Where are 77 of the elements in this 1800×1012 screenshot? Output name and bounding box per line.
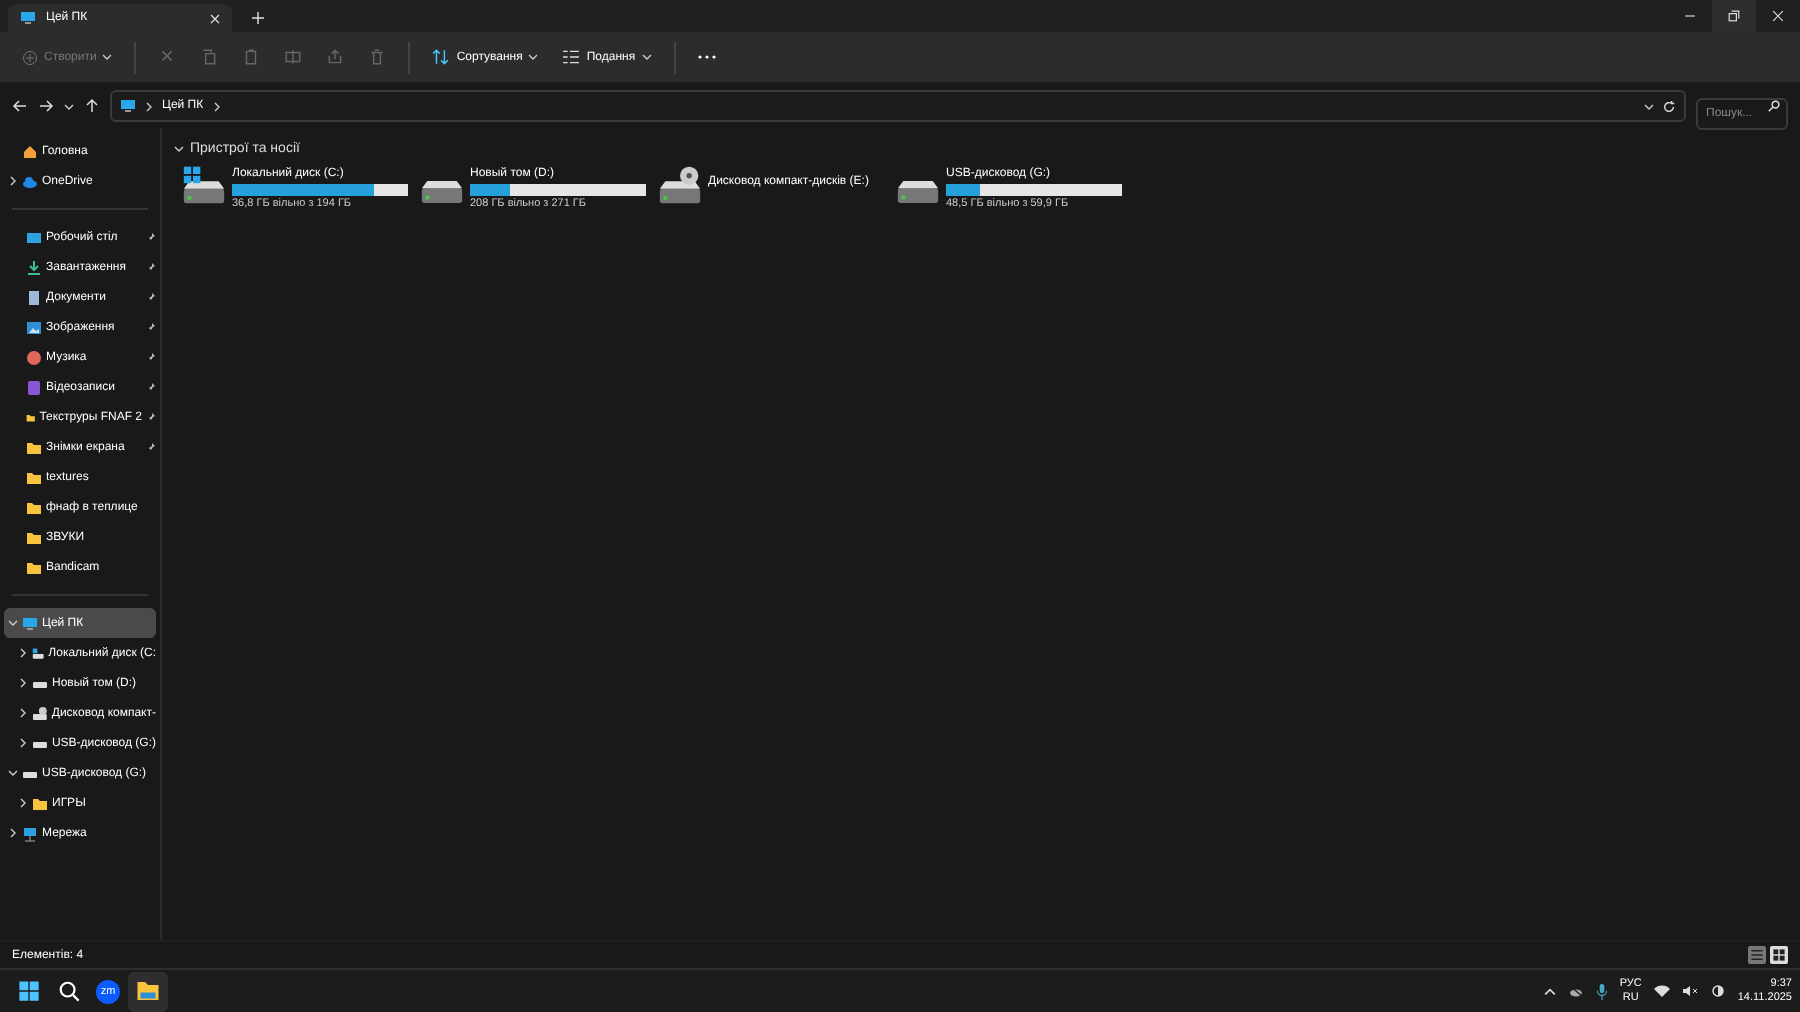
chevron-icon[interactable] (17, 738, 27, 748)
refresh-icon[interactable] (1662, 99, 1676, 113)
close-icon[interactable] (210, 13, 220, 23)
monitor-icon (22, 615, 38, 631)
sort-icon (432, 48, 451, 66)
picture-icon (26, 319, 42, 335)
pin-icon (146, 232, 156, 242)
chevron-icon[interactable] (7, 768, 17, 778)
new-tab-icon[interactable] (252, 12, 264, 24)
paste-icon (242, 48, 261, 66)
more-icon (697, 54, 716, 60)
cut-icon (158, 48, 177, 66)
copy-icon (200, 48, 219, 66)
download-icon (26, 259, 42, 275)
chevron-icon[interactable] (144, 101, 154, 111)
details-view-button[interactable] (1748, 946, 1766, 964)
search-icon (1768, 100, 1780, 112)
cloud-off-icon[interactable] (1567, 984, 1584, 998)
plus-circle-icon (22, 49, 38, 65)
house-icon (22, 143, 38, 159)
forward-icon[interactable] (38, 98, 54, 114)
pin-icon (146, 442, 156, 452)
music-icon (26, 349, 42, 365)
document-icon (26, 289, 42, 305)
minimize-icon (1684, 10, 1696, 22)
share-icon (326, 48, 345, 66)
pin-icon (146, 412, 156, 422)
folder-icon (32, 795, 48, 811)
restore-icon (1728, 10, 1740, 22)
chevron-icon[interactable] (17, 678, 27, 688)
chevron-icon[interactable] (641, 52, 652, 62)
microphone-icon[interactable] (1595, 983, 1608, 999)
chevron-icon[interactable] (17, 648, 27, 658)
close-icon (1772, 10, 1784, 22)
chevron-icon[interactable] (211, 101, 222, 111)
optical-drive-icon (658, 166, 702, 204)
chevron-up-icon[interactable] (1543, 985, 1556, 997)
chevron-icon[interactable] (7, 176, 17, 186)
tiles-view-button[interactable] (1770, 946, 1788, 964)
speaker-muted-icon[interactable] (1681, 984, 1698, 998)
details-view-icon (1750, 948, 1764, 962)
back-icon[interactable] (12, 98, 28, 114)
chevron-icon[interactable] (17, 708, 27, 718)
pin-icon (146, 352, 156, 362)
file-explorer-button[interactable] (128, 971, 168, 1011)
chevron-icon[interactable] (17, 798, 27, 808)
pin-icon (146, 382, 156, 392)
hard-drive-icon (420, 178, 464, 204)
hard-drive-icon (182, 166, 226, 204)
folder-icon (136, 980, 160, 1002)
chevron-icon[interactable] (1644, 101, 1654, 111)
pin-icon (146, 292, 156, 302)
desktop-icon (26, 229, 42, 245)
chevron-icon[interactable] (174, 144, 184, 154)
hard-drive-icon (896, 178, 940, 204)
list-icon (562, 48, 581, 66)
search-icon (57, 980, 79, 1002)
up-icon[interactable] (84, 98, 100, 114)
chevron-icon[interactable] (528, 52, 539, 62)
network-icon (22, 825, 38, 841)
optical-drive-icon (32, 705, 48, 721)
wifi-icon[interactable] (1653, 984, 1670, 998)
drive-icon (32, 645, 45, 661)
delete-icon (368, 48, 387, 66)
chevron-icon[interactable] (7, 618, 17, 628)
tiles-view-icon (1772, 948, 1786, 962)
monitor-icon (120, 98, 136, 114)
restore-button[interactable] (1712, 0, 1756, 32)
video-icon (26, 379, 42, 395)
windows-logo-icon (17, 980, 39, 1002)
chevron-icon[interactable] (64, 101, 74, 111)
chevron-icon[interactable] (7, 828, 17, 838)
monitor-icon (20, 10, 36, 26)
cloud-icon (22, 173, 38, 189)
pin-icon (146, 322, 156, 332)
pin-icon (146, 262, 156, 272)
rename-icon (284, 48, 303, 66)
